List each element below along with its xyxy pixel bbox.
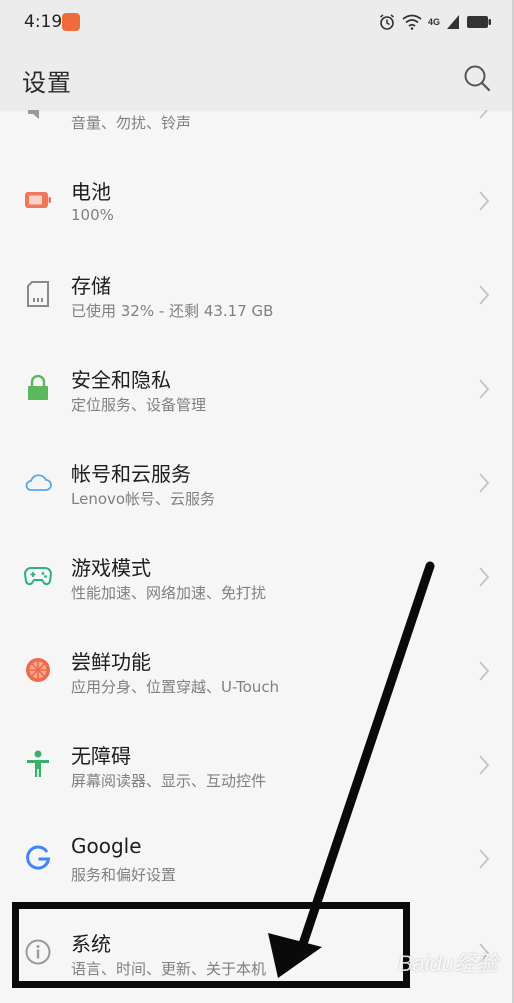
settings-item-label: 存储 — [71, 274, 111, 298]
settings-item-label: 尝鲜功能 — [71, 650, 151, 674]
settings-item-subtitle: 性能加速、网络加速、免打扰 — [71, 584, 267, 602]
settings-item-account[interactable]: 帐号和云服务 Lenovo帐号、云服务 — [0, 436, 514, 530]
chevron-right-icon — [479, 110, 489, 119]
settings-item-subtitle: 音量、勿扰、铃声 — [71, 114, 192, 132]
chevron-right-icon — [479, 567, 490, 587]
cloud-icon — [24, 468, 52, 496]
google-icon — [24, 844, 52, 872]
status-icons: 4G — [378, 13, 492, 31]
chevron-right-icon — [479, 379, 490, 399]
settings-item-subtitle: Lenovo帐号、云服务 — [71, 490, 216, 508]
orange-slice-icon — [24, 656, 52, 684]
settings-item-subtitle: 服务和偏好设置 — [71, 866, 177, 884]
notification-app-icon — [62, 13, 80, 31]
settings-item-google[interactable]: Google 服务和偏好设置 — [0, 812, 514, 906]
settings-item-label: 电池 — [71, 180, 111, 204]
signal-icon — [447, 15, 459, 29]
status-time: 4:19 — [24, 12, 63, 32]
watermark: Baidu经验 — [397, 951, 498, 976]
network-type: 4G — [427, 17, 440, 27]
battery-icon — [24, 186, 52, 214]
settings-item-subtitle: 应用分身、位置穿越、U-Touch — [71, 678, 280, 696]
settings-item-game-mode[interactable]: 游戏模式 性能加速、网络加速、免打扰 — [0, 530, 514, 624]
settings-item-sound[interactable]: 音量、勿扰、铃声 — [0, 110, 514, 140]
settings-item-accessibility[interactable]: 无障碍 屏幕阅读器、显示、互动控件 — [0, 718, 514, 812]
settings-item-label: 帐号和云服务 — [71, 462, 191, 486]
storage-icon — [24, 280, 52, 308]
app-bar: 设置 — [0, 46, 514, 110]
wifi-icon — [402, 14, 422, 30]
settings-item-label: 游戏模式 — [71, 556, 151, 580]
chevron-right-icon — [479, 473, 490, 493]
settings-item-security[interactable]: 安全和隐私 定位服务、设备管理 — [0, 342, 514, 436]
settings-item-subtitle: 定位服务、设备管理 — [71, 396, 207, 414]
settings-item-label: Google — [71, 834, 142, 858]
battery-status-icon — [467, 16, 491, 28]
chevron-right-icon — [479, 849, 490, 869]
lock-icon — [24, 374, 52, 402]
settings-item-label: 无障碍 — [71, 744, 131, 768]
chevron-right-icon — [479, 755, 490, 775]
settings-item-experimental[interactable]: 尝鲜功能 应用分身、位置穿越、U-Touch — [0, 624, 514, 718]
chevron-right-icon — [479, 661, 490, 681]
settings-item-subtitle: 100% — [71, 206, 114, 224]
gamepad-icon — [24, 562, 52, 590]
settings-item-label: 安全和隐私 — [71, 368, 171, 392]
settings-item-subtitle: 屏幕阅读器、显示、互动控件 — [71, 772, 267, 790]
settings-item-storage[interactable]: 存储 已使用 32% - 还剩 43.17 GB — [0, 248, 514, 342]
page-title: 设置 — [22, 69, 72, 97]
status-bar: 4:19 4G — [0, 0, 514, 46]
alarm-icon — [380, 14, 394, 30]
highlight-box — [12, 902, 410, 988]
search-icon[interactable] — [462, 63, 492, 93]
settings-item-battery[interactable]: 电池 100% — [0, 154, 514, 248]
accessibility-icon — [24, 750, 52, 778]
chevron-right-icon — [479, 191, 490, 211]
speaker-icon — [28, 110, 39, 119]
settings-item-subtitle: 已使用 32% - 还剩 43.17 GB — [71, 302, 274, 320]
chevron-right-icon — [479, 285, 490, 305]
